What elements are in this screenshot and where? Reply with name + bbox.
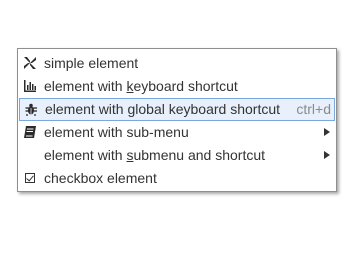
menu-item-sub-menu[interactable]: element with sub-menu (18, 121, 336, 144)
menu-item-label: element with global keyboard shortcut (45, 101, 281, 117)
shortcut-label: ctrl+d (296, 101, 331, 117)
book-icon (23, 125, 37, 139)
bug-icon (24, 102, 38, 116)
menu-item-label: element with submenu and shortcut (44, 147, 266, 163)
submenu-arrow-icon (324, 151, 330, 159)
menu-item-label: element with keyboard shortcut (44, 78, 238, 94)
submenu-arrow-icon (324, 128, 330, 136)
menu-item-checkbox[interactable]: checkbox element (18, 167, 336, 190)
menu-item-submenu-and-shortcut[interactable]: element with submenu and shortcut (18, 144, 336, 167)
menu-item-global-shortcut[interactable]: element with global keyboard shortcut ct… (19, 98, 335, 121)
bar-chart-icon (23, 79, 37, 93)
menu-item-label: checkbox element (44, 170, 157, 186)
context-menu: simple element element with keyboard sho… (17, 48, 337, 192)
windmill-icon (23, 56, 37, 70)
menu-item-label: element with sub-menu (44, 124, 189, 140)
menu-item-keyboard-shortcut[interactable]: element with keyboard shortcut (18, 75, 336, 98)
menu-item-simple-element[interactable]: simple element (18, 52, 336, 75)
checkbox-checked-icon[interactable] (23, 171, 37, 185)
menu-item-label: simple element (44, 55, 139, 71)
